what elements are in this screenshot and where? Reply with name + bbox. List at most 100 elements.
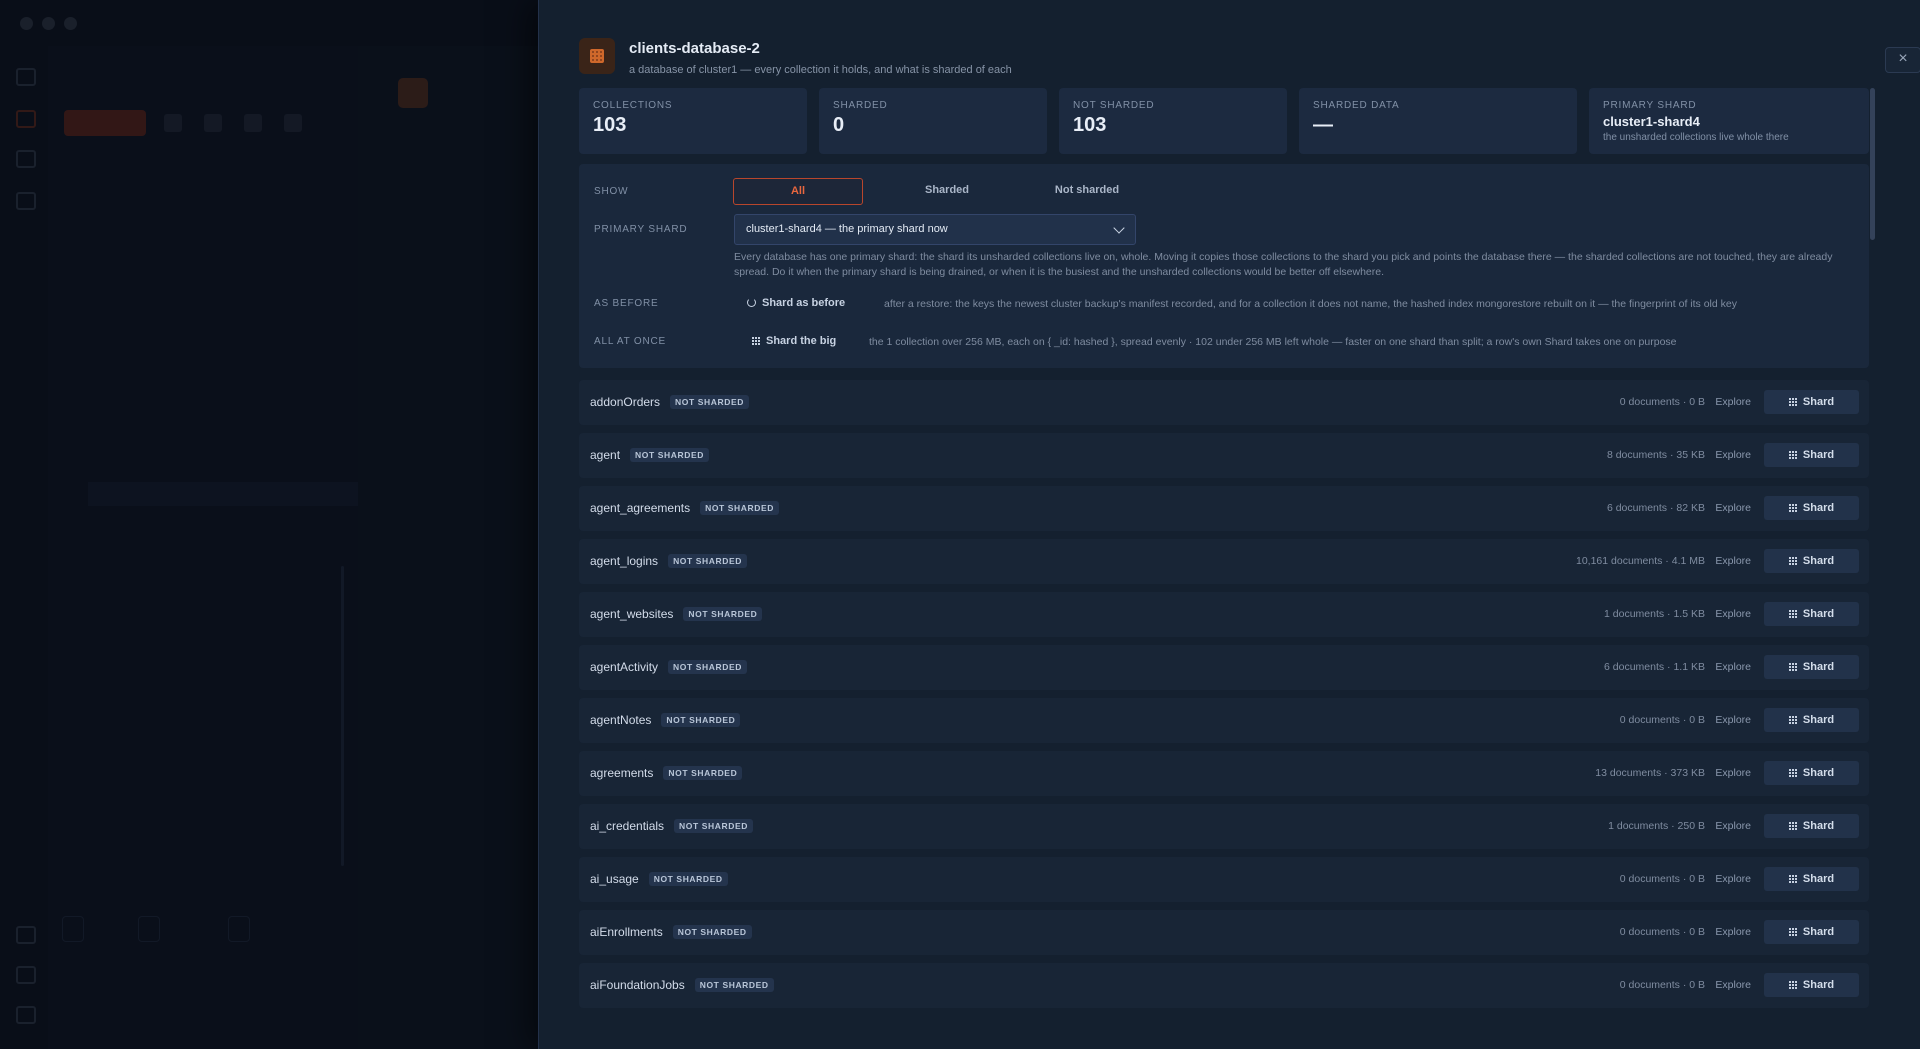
collection-name-text: agentActivity — [590, 660, 659, 674]
explore-link[interactable]: Explore — [1715, 820, 1751, 832]
collection-name-text: agent — [590, 448, 621, 462]
status-badge: NOT SHARDED — [694, 978, 774, 992]
status-badge: NOT SHARDED — [663, 766, 743, 780]
collection-stats: 0 documents · 0 B — [1619, 396, 1705, 408]
grid-icon — [1788, 875, 1797, 883]
filter-sharded[interactable]: Sharded — [883, 178, 1011, 203]
grid-icon — [1788, 557, 1797, 565]
collection-name: agentNotes NOT SHARDED — [590, 713, 741, 727]
modal-scrollbar[interactable] — [1870, 88, 1875, 240]
stat-value: 103 — [1073, 114, 1107, 136]
collection-name: ai_credentials NOT SHARDED — [590, 819, 753, 833]
grid-icon — [1788, 398, 1797, 406]
collection-name-text: agent_logins — [590, 554, 659, 568]
shard-as-before-label: Shard as before — [762, 297, 846, 309]
shard-button[interactable]: Shard — [1764, 973, 1859, 997]
collection-row[interactable]: aiEnrollments NOT SHARDED 0 documents · 0 … — [579, 910, 1869, 955]
grid-icon — [1788, 610, 1797, 618]
shard-button-label: Shard — [1802, 608, 1835, 620]
collection-name: agentActivity NOT SHARDED — [590, 660, 747, 674]
shard-as-before-button[interactable]: Shard as before — [747, 297, 845, 309]
primary-shard-select[interactable]: cluster1-shard4 — the primary shard now — [734, 214, 1136, 245]
shard-button[interactable]: Shard — [1764, 814, 1859, 838]
shard-button[interactable]: Shard — [1764, 655, 1859, 679]
collection-row[interactable]: agentNotes NOT SHARDED 0 documents · 0 B Ex… — [579, 698, 1869, 743]
explore-link[interactable]: Explore — [1715, 555, 1751, 567]
stat-label: NOT SHARDED — [1073, 100, 1155, 111]
shard-button[interactable]: Shard — [1764, 761, 1859, 785]
stat-collections: COLLECTIONS 103 — [579, 88, 807, 154]
explore-link[interactable]: Explore — [1715, 396, 1751, 408]
modal-title: clients-database-2 — [629, 40, 760, 57]
collection-stats: 1 documents · 250 B — [1608, 820, 1705, 832]
status-badge: NOT SHARDED — [630, 448, 709, 462]
status-badge: NOT SHARDED — [674, 819, 753, 833]
explore-link[interactable]: Explore — [1715, 608, 1751, 620]
collection-name: agent_logins NOT SHARDED — [590, 554, 747, 568]
shard-button-label: Shard — [1802, 555, 1835, 567]
shard-button[interactable]: Shard — [1764, 549, 1859, 573]
collection-row[interactable]: agreements NOT SHARDED 13 documents · 373 … — [579, 751, 1869, 796]
shard-button[interactable]: Shard — [1764, 867, 1859, 891]
collection-row[interactable]: agent NOT SHARDED 8 documents · 35 KB Explo… — [579, 433, 1869, 478]
explore-link[interactable]: Explore — [1715, 979, 1751, 991]
explore-link[interactable]: Explore — [1715, 714, 1751, 726]
shard-button[interactable]: Shard — [1764, 602, 1859, 626]
collection-name: agreements NOT SHARDED — [590, 766, 743, 780]
collection-stats: 10,161 documents · 4.1 MB — [1576, 555, 1705, 567]
show-label: SHOW — [594, 186, 629, 197]
collection-stats: 0 documents · 0 B — [1619, 714, 1705, 726]
primary-shard-label: PRIMARY SHARD — [594, 224, 688, 235]
filter-not-sharded[interactable]: Not sharded — [1023, 178, 1151, 203]
explore-link[interactable]: Explore — [1715, 873, 1751, 885]
collection-row[interactable]: agent_logins NOT SHARDED 10,161 documents … — [579, 539, 1869, 584]
collection-name: ai_usage NOT SHARDED — [590, 872, 728, 886]
collection-row[interactable]: agent_agreements NOT SHARDED 6 documents ·… — [579, 486, 1869, 531]
collection-row[interactable]: agentActivity NOT SHARDED 6 documents · 1.… — [579, 645, 1869, 690]
primary-shard-value: cluster1-shard4 — the primary shard now — [746, 223, 948, 235]
explore-link[interactable]: Explore — [1715, 926, 1751, 938]
shard-button[interactable]: Shard — [1764, 920, 1859, 944]
stat-value: 0 — [833, 114, 845, 136]
shard-button-label: Shard — [1802, 820, 1835, 832]
collection-row[interactable]: agent_websites NOT SHARDED 1 documents · 1… — [579, 592, 1869, 637]
stat-label: PRIMARY SHARD — [1603, 100, 1697, 111]
collection-stats: 0 documents · 0 B — [1619, 926, 1705, 938]
shard-button[interactable]: Shard — [1764, 390, 1859, 414]
grid-icon — [1788, 451, 1797, 459]
modal-header: clients-database-2 a database of cluster… — [579, 38, 1920, 82]
grid-icon — [752, 337, 760, 345]
status-badge: NOT SHARDED — [672, 925, 752, 939]
close-icon: × — [1898, 50, 1908, 67]
collection-name: agent_agreements NOT SHARDED — [590, 501, 780, 515]
shard-the-big-button[interactable]: Shard the big — [752, 335, 836, 347]
collection-name: agent_websites NOT SHARDED — [590, 607, 763, 621]
status-badge: NOT SHARDED — [683, 607, 763, 621]
filter-all[interactable]: All — [733, 178, 863, 205]
primary-shard-help: Every database has one primary shard: th… — [734, 251, 1833, 278]
chevron-down-icon — [1113, 222, 1125, 234]
stat-value: — — [1313, 114, 1333, 136]
collection-row[interactable]: aiFoundationJobs NOT SHARDED 0 documents ·… — [579, 963, 1869, 1008]
stat-not-sharded: NOT SHARDED 103 — [1059, 88, 1287, 154]
shard-button-label: Shard — [1802, 714, 1835, 726]
collection-name: aiEnrollments NOT SHARDED — [590, 925, 752, 939]
status-badge: NOT SHARDED — [668, 554, 747, 568]
collection-name-text: addonOrders — [590, 395, 661, 409]
explore-link[interactable]: Explore — [1715, 502, 1751, 514]
explore-link[interactable]: Explore — [1715, 661, 1751, 673]
close-button[interactable]: × — [1885, 47, 1920, 73]
collection-stats: 6 documents · 1.1 KB — [1604, 661, 1705, 673]
shard-button[interactable]: Shard — [1764, 443, 1859, 467]
explore-link[interactable]: Explore — [1715, 449, 1751, 461]
shard-button[interactable]: Shard — [1764, 496, 1859, 520]
explore-link[interactable]: Explore — [1715, 767, 1751, 779]
collection-row[interactable]: ai_usage NOT SHARDED 0 documents · 0 B Expl… — [579, 857, 1869, 902]
shard-button-label: Shard — [1802, 396, 1835, 408]
collection-row[interactable]: ai_credentials NOT SHARDED 1 documents · 2… — [579, 804, 1869, 849]
shard-button[interactable]: Shard — [1764, 708, 1859, 732]
collection-name-text: agent_agreements — [590, 501, 691, 515]
all-at-once-description: the 1 collection over 256 MB, each on { … — [869, 336, 1677, 348]
grid-icon — [1788, 822, 1797, 830]
collection-row[interactable]: addonOrders NOT SHARDED 0 documents · 0 B E… — [579, 380, 1869, 425]
